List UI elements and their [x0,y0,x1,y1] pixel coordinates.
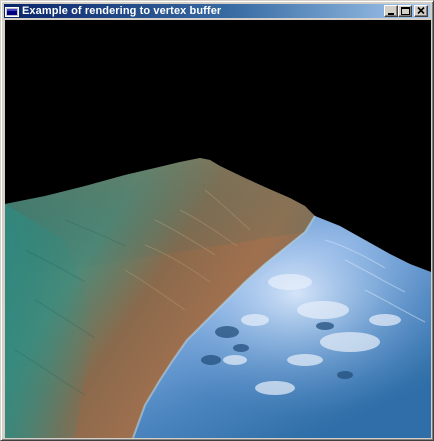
render-viewport[interactable] [5,20,431,438]
maximize-button[interactable] [398,5,412,17]
window-title: Example of rendering to vertex buffer [22,5,222,17]
application-icon[interactable] [5,5,19,17]
title-bar[interactable]: Example of rendering to vertex buffer [4,4,430,18]
terrain-scene [5,20,431,438]
maximize-icon [401,7,410,15]
application-window: Example of rendering to vertex buffer [0,0,434,441]
close-button[interactable] [414,5,428,17]
window-controls [384,5,428,17]
close-icon [417,6,425,15]
minimize-button[interactable] [384,5,398,17]
minimize-icon [388,13,394,15]
